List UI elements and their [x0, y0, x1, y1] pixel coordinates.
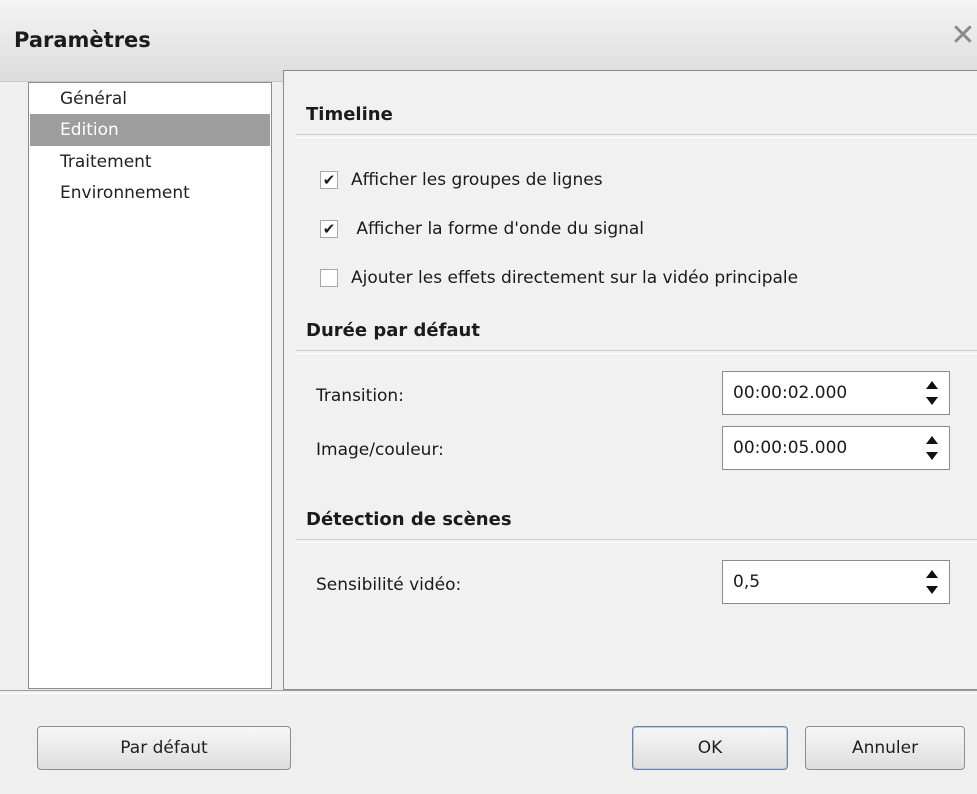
cancel-button[interactable]: Annuler	[805, 726, 965, 770]
spin-arrows-icon[interactable]	[923, 436, 941, 462]
checkbox-ajouter-effets[interactable]: Ajouter les effets directement sur la vi…	[320, 267, 880, 291]
section-divider	[296, 539, 977, 543]
section-divider	[296, 350, 977, 354]
sidebar-item-general[interactable]: Général	[30, 83, 270, 115]
default-button[interactable]: Par défaut	[37, 726, 291, 770]
checkmark-icon: ✔	[322, 220, 336, 238]
checkmark-icon: ✔	[322, 171, 336, 189]
sidebar-item-traitement[interactable]: Traitement	[30, 146, 270, 178]
sidebar-item-edition[interactable]: Edition	[30, 114, 270, 146]
settings-content-panel: Timeline ✔ Afficher les groupes de ligne…	[283, 70, 977, 690]
spin-arrows-icon[interactable]	[923, 381, 941, 407]
close-icon[interactable]: ✕	[948, 18, 977, 54]
section-title-detection: Détection de scènes	[306, 509, 512, 530]
checkbox-label: Afficher la forme d'onde du signal	[351, 219, 645, 239]
section-divider	[296, 134, 977, 138]
sidebar-item-environnement[interactable]: Environnement	[30, 177, 270, 209]
checkbox-afficher-groupes[interactable]: ✔ Afficher les groupes de lignes	[320, 169, 680, 193]
checkbox-afficher-forme-onde[interactable]: ✔ Afficher la forme d'onde du signal	[320, 218, 700, 242]
ok-button[interactable]: OK	[632, 726, 788, 770]
checkbox-box[interactable]: ✔	[320, 171, 338, 189]
image-couleur-spinbox[interactable]: 00:00:05.000	[722, 426, 950, 470]
checkbox-box[interactable]: ✔	[320, 220, 338, 238]
spin-arrows-icon[interactable]	[923, 570, 941, 596]
section-title-timeline: Timeline	[306, 104, 393, 125]
transition-value[interactable]: 00:00:02.000	[733, 382, 847, 404]
checkbox-label: Afficher les groupes de lignes	[351, 170, 603, 190]
checkbox-box[interactable]	[320, 269, 338, 287]
footer-divider	[0, 690, 977, 694]
image-couleur-label: Image/couleur:	[316, 440, 444, 460]
settings-category-list[interactable]: Général Edition Traitement Environnement	[28, 82, 272, 689]
sensibilite-video-label: Sensibilité vidéo:	[316, 575, 462, 595]
image-couleur-value[interactable]: 00:00:05.000	[733, 437, 847, 459]
transition-spinbox[interactable]: 00:00:02.000	[722, 371, 950, 415]
checkbox-label: Ajouter les effets directement sur la vi…	[351, 268, 799, 288]
section-title-duree: Durée par défaut	[306, 320, 480, 341]
window-title: Paramètres	[14, 28, 151, 52]
sensibilite-video-spinbox[interactable]: 0,5	[722, 560, 950, 604]
transition-label: Transition:	[316, 386, 404, 406]
sensibilite-video-value[interactable]: 0,5	[733, 571, 760, 593]
